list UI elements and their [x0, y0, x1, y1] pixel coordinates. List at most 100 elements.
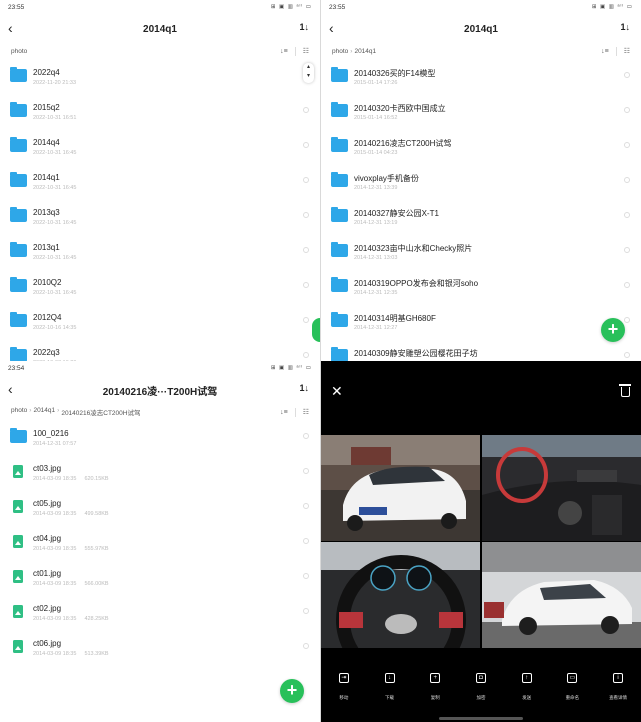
breadcrumb-item[interactable]: 20140216凌志CT200H试驾	[61, 407, 140, 417]
view-mode-icon[interactable]: ☷	[303, 408, 309, 416]
select-radio[interactable]	[303, 503, 309, 509]
folder-icon	[10, 102, 27, 117]
file-item[interactable]: ct04.jpg 2014-03-09 18:35 555.97KB	[0, 524, 320, 559]
select-radio[interactable]	[303, 247, 309, 253]
viewer-action-download[interactable]: ↓ 下载	[370, 673, 410, 713]
title-bar: ‹ 2014q1 1↓	[321, 14, 641, 44]
select-radio[interactable]	[624, 317, 630, 323]
folder-item[interactable]: vivoxplay手机备份 2014-12-31 13:39	[321, 163, 641, 198]
folder-item[interactable]: 2013q1 2022-10-31 16:45	[0, 233, 320, 268]
file-item[interactable]: ct01.jpg 2014-03-09 18:35 566.00KB	[0, 559, 320, 594]
item-date: 2015-01-14 16:52	[354, 115, 398, 121]
folder-item[interactable]: 20140327静安公园X-T1 2014-12-31 13:19	[321, 198, 641, 233]
select-radio[interactable]	[303, 433, 309, 439]
back-arrow-icon[interactable]: ‹	[8, 382, 13, 396]
file-item[interactable]: ct05.jpg 2014-03-09 18:35 499.58KB	[0, 489, 320, 524]
folder-icon	[331, 207, 348, 222]
status-time: 23:55	[329, 3, 346, 11]
photo-car-side[interactable]	[482, 542, 641, 648]
fast-scroll-handle[interactable]: ▴ ▾	[303, 63, 314, 83]
folder-list: 20140326买的F14模型 2015-01-14 17:26 20140320卡…	[321, 58, 641, 361]
view-mode-icon[interactable]: ☷	[624, 47, 630, 55]
photo-car-front[interactable]	[321, 435, 480, 541]
back-arrow-icon[interactable]: ‹	[8, 21, 13, 35]
sort-order-icon[interactable]: ↓≡	[280, 409, 288, 416]
breadcrumb-item[interactable]: 2014q1	[354, 48, 376, 55]
sort-icon[interactable]: 1↓	[620, 22, 630, 32]
viewer-action-copy[interactable]: + 复制	[415, 673, 455, 713]
folder-item[interactable]: 20140323亩中山水和Checky照片 2014-12-31 13:03	[321, 233, 641, 268]
select-radio[interactable]	[624, 107, 630, 113]
folder-item[interactable]: 20140216凌志CT200H试驾 2015-01-14 04:23	[321, 128, 641, 163]
page-title: 2014q1	[464, 23, 498, 35]
file-size: 566.00KB	[84, 581, 109, 587]
back-arrow-icon[interactable]: ‹	[329, 21, 334, 35]
select-radio[interactable]	[303, 538, 309, 544]
add-button-peek[interactable]	[312, 318, 320, 342]
trash-icon[interactable]	[619, 384, 631, 397]
select-radio[interactable]	[624, 142, 630, 148]
folder-item[interactable]: 2014q1 2022-10-31 16:45	[0, 163, 320, 198]
folder-item[interactable]: 20140320卡西欧中国成立 2015-01-14 16:52	[321, 93, 641, 128]
breadcrumb-item[interactable]: photo	[11, 48, 27, 55]
close-icon[interactable]: ✕	[331, 383, 343, 400]
folder-item[interactable]: 20140309静安雕塑公园樱花田子坊	[321, 338, 641, 361]
folder-item[interactable]: 2012Q4 2022-10-16 14:35	[0, 303, 320, 338]
breadcrumb-item[interactable]: photo	[11, 407, 27, 417]
breadcrumb-item[interactable]: photo	[332, 48, 348, 55]
select-radio[interactable]	[624, 72, 630, 78]
select-radio[interactable]	[303, 352, 309, 358]
sort-order-icon[interactable]: ↓≡	[601, 48, 609, 55]
add-button[interactable]: +	[280, 679, 304, 703]
select-radio[interactable]	[303, 142, 309, 148]
select-radio[interactable]	[624, 177, 630, 183]
photo-car-interior-dash[interactable]	[482, 435, 641, 541]
folder-icon	[10, 137, 27, 152]
item-name: vivoxplay手机备份	[354, 174, 419, 183]
view-mode-icon[interactable]: ☷	[303, 47, 309, 55]
folder-item[interactable]: 20140314明基GH680F 2014-12-31 12:27	[321, 303, 641, 338]
image-file-icon	[13, 640, 23, 653]
viewer-action-rename[interactable]: ▭ 重命名	[552, 673, 592, 713]
breadcrumb-item[interactable]: 2014q1	[33, 407, 55, 417]
select-radio[interactable]	[303, 177, 309, 183]
sort-icon[interactable]: 1↓	[299, 22, 309, 32]
breadcrumb-separator: ›	[57, 407, 60, 414]
select-radio[interactable]	[624, 247, 630, 253]
folder-item[interactable]: 2013q3 2022-10-31 16:45	[0, 198, 320, 233]
select-radio[interactable]	[303, 573, 309, 579]
folder-item[interactable]: 2022q32022-10-03 19:29	[0, 338, 320, 361]
select-radio[interactable]	[303, 468, 309, 474]
viewer-action-move[interactable]: ⇥ 移动	[324, 673, 364, 713]
folder-item[interactable]: 2010Q2 2022-10-31 16:45	[0, 268, 320, 303]
add-button[interactable]: +	[601, 318, 625, 342]
viewer-action-encrypt[interactable]: ◘ 加密	[461, 673, 501, 713]
select-radio[interactable]	[624, 212, 630, 218]
sort-order-icon[interactable]: ↓≡	[280, 48, 288, 55]
sort-icon[interactable]: 1↓	[299, 383, 309, 393]
select-radio[interactable]	[624, 352, 630, 358]
select-radio[interactable]	[303, 608, 309, 614]
select-radio[interactable]	[624, 282, 630, 288]
folder-icon	[10, 67, 27, 82]
select-radio[interactable]	[303, 317, 309, 323]
image-file-icon	[13, 570, 23, 583]
select-radio[interactable]	[303, 643, 309, 649]
folder-item[interactable]: 100_0216 2014-12-31 07:57	[0, 419, 320, 454]
select-radio[interactable]	[303, 282, 309, 288]
file-item[interactable]: ct06.jpg 2014-03-09 18:35 513.39KB	[0, 629, 320, 664]
action-label: 复制	[430, 695, 440, 700]
photo-steering-wheel[interactable]	[321, 542, 480, 648]
select-radio[interactable]	[303, 212, 309, 218]
folder-item[interactable]: 2015q2 2022-10-31 16:51	[0, 93, 320, 128]
folder-item[interactable]: 2014q4 2022-10-31 16:45	[0, 128, 320, 163]
file-item[interactable]: ct03.jpg 2014-03-09 18:35 620.15KB	[0, 454, 320, 489]
viewer-action-info[interactable]: i 查看详情	[598, 673, 638, 713]
folder-item[interactable]: 20140319OPPO发布会和银河soho 2014-12-31 12:35	[321, 268, 641, 303]
viewer-action-share[interactable]: ↑ 发送	[507, 673, 547, 713]
file-meta: 2014-03-09 18:35 513.39KB	[33, 651, 117, 657]
file-item[interactable]: ct02.jpg 2014-03-09 18:35 428.25KB	[0, 594, 320, 629]
folder-item[interactable]: 20140326买的F14模型 2015-01-14 17:26	[321, 58, 641, 93]
select-radio[interactable]	[303, 107, 309, 113]
folder-item[interactable]: 2022q4 2022-11-20 21:33	[0, 58, 320, 93]
